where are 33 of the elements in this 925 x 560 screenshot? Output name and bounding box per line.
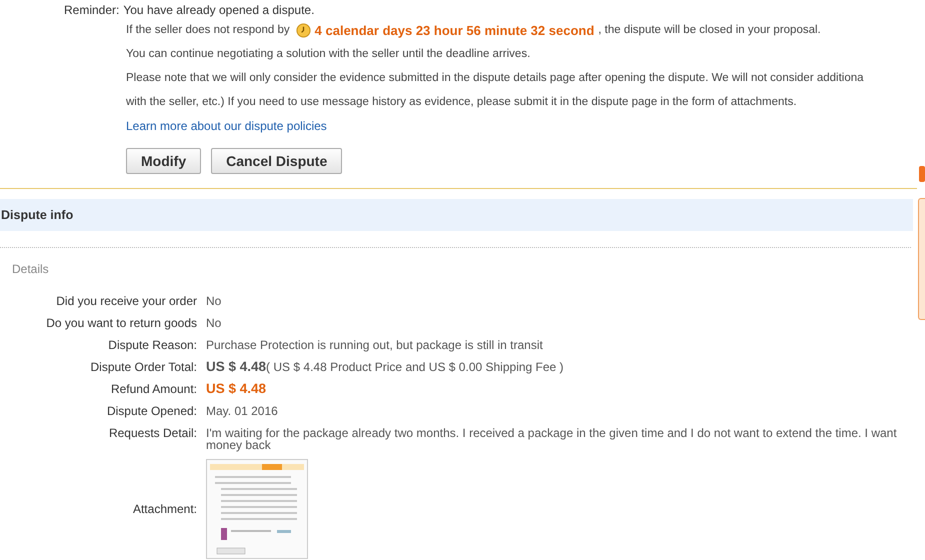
reminder-text: You have already opened a dispute. — [123, 3, 314, 17]
section-header: Dispute info — [0, 199, 913, 231]
price-breakdown: ( US $ 4.48 Product Price and US $ 0.00 Shipping Fee ) — [266, 360, 564, 374]
detail-label: Dispute Opened: — [106, 403, 197, 420]
detail-label: Dispute Reason: — [107, 337, 197, 354]
clock-icon — [296, 22, 311, 38]
side-panel-tab[interactable] — [918, 198, 925, 320]
dispute-action-button[interactable]: Modify — [126, 148, 202, 174]
refund-amount: US $ 4.48 — [206, 381, 266, 396]
order-total-amount: US $ 4.48 — [206, 359, 266, 374]
detail-value: No — [206, 293, 222, 310]
details-heading: Details — [11, 261, 50, 278]
detail-value: Purchase Protection is running out, but package is still in transit — [206, 337, 544, 354]
deadline-text: , the dispute will be closed in your proposal. — [598, 24, 821, 36]
detail-label: Did you receive your order — [55, 293, 197, 310]
detail-value: No — [206, 315, 222, 332]
detail-label: Dispute Order Total: — [90, 359, 197, 376]
detail-value: I'm waiting for the package already two months. I received a package in the given time and I do not want to extend the time. I want money back — [206, 425, 898, 451]
countdown: 4 calendar days 23 hour 56 minute 32 second — [314, 22, 594, 38]
dispute-policies-link[interactable]: Learn more about our dispute policies — [126, 119, 327, 133]
attachment-thumbnail[interactable] — [206, 459, 308, 559]
reminder-label: Reminder: — [64, 3, 120, 17]
detail-label: Attachment: — [132, 501, 197, 518]
detail-label: Requests Detail: — [108, 425, 197, 442]
dispute-action-button[interactable]: Cancel Dispute — [211, 148, 342, 174]
notice-text: with the seller, etc.) If you need to use message history as evidence, please submit it in the dispute page in the form of attachments. — [126, 96, 797, 108]
deadline-text: If the seller does not respond by — [126, 24, 290, 36]
notice-text: You can continue negotiating a solution with the seller until the deadline arrives. — [126, 48, 530, 60]
side-tab-icon[interactable] — [917, 164, 925, 184]
detail-label: Refund Amount: — [110, 381, 197, 398]
notice-text: Please note that we will only consider the evidence submitted in the dispute details page after opening the dispute. We will not consider additiona — [126, 72, 864, 84]
detail-label: Do you want to return goods — [45, 315, 197, 332]
detail-value: May. 01 2016 — [206, 403, 279, 420]
